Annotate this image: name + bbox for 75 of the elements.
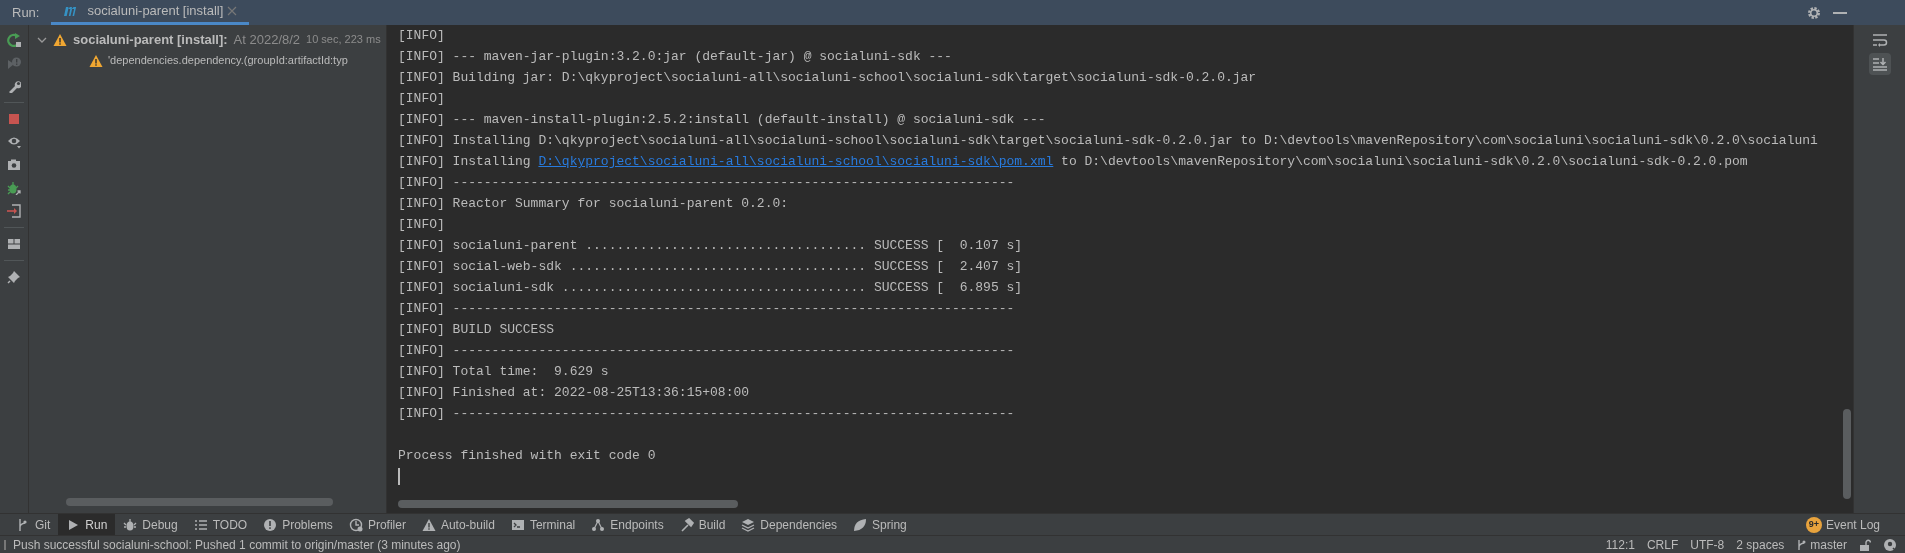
alert-circle-icon	[263, 517, 278, 532]
console-line: [INFO] ------------------------------------------------------------------------	[398, 301, 1015, 316]
terminal-icon	[510, 517, 525, 532]
event-log-button[interactable]: 9+ Event Log	[1805, 514, 1905, 535]
console-line: [INFO] ------------------------------------------------------------------------	[398, 343, 1015, 358]
console-line: [INFO] BUILD SUCCESS	[398, 322, 555, 337]
scrollbar[interactable]	[398, 500, 738, 508]
console-line: [INFO] Installing	[398, 153, 531, 171]
nodes-icon	[591, 517, 606, 532]
layers-icon	[741, 517, 756, 532]
console-line: Process finished with exit code 0	[398, 448, 656, 463]
exit-icon[interactable]	[7, 204, 21, 218]
tool-window-tab[interactable]: Debug	[115, 514, 186, 535]
console-line: [INFO] Installing D:\qkyproject\socialuni-all\socialuni-school\socialuni-sdk\target\socialuni-sdk-0.2.0.jar to D:\devtools\mavenRepository\com\socialuni\socialuni-sdk\0.2.0\socialuni	[398, 133, 1818, 148]
git-branch-widget[interactable]: master	[1796, 535, 1847, 553]
run-label: Run:	[11, 3, 41, 22]
warning-icon	[421, 517, 436, 532]
status-message: Push successful socialuni-school: Pushed 1 commit to origin/master (3 minutes ago)	[13, 536, 461, 553]
console-line: [INFO] socialuni-sdk ....................................... SUCCESS [ 6.895 s]	[398, 280, 1023, 295]
notification-badge: 9+	[1805, 516, 1822, 533]
tool-window-tab[interactable]: Git	[8, 514, 59, 535]
pin-icon[interactable]	[7, 270, 21, 284]
tool-window-tab[interactable]: Run	[58, 514, 116, 535]
layout-icon[interactable]	[7, 237, 21, 251]
console-line: to D:\devtools\mavenRepository\com\socialuni\socialuni-sdk\0.2.0\socialuni-sdk-0.2.0.pom	[1061, 153, 1748, 171]
tool-window-tab[interactable]: Build	[671, 514, 734, 535]
warning-icon	[53, 32, 67, 47]
bug-icon[interactable]	[7, 181, 21, 195]
status-item[interactable]: UTF-8	[1690, 535, 1725, 553]
console-line: [INFO] Total time: 9.629 s	[398, 364, 609, 379]
wrench-icon[interactable]	[7, 79, 21, 93]
tree-row[interactable]: socialuni-parent [install]: At 2022/8/2 10 sec, 223 ms	[29, 29, 386, 50]
console-line: [INFO] Finished at: 2022-08-25T13:36:15+08:00	[398, 385, 750, 400]
console-line: [INFO] socialuni-parent .................................... SUCCESS [ 0.107 s]	[398, 238, 1023, 253]
hammer-icon	[679, 517, 694, 532]
status-item[interactable]: 112:1	[1605, 535, 1635, 553]
console-line: [INFO]	[398, 91, 445, 106]
lock-icon[interactable]	[1859, 538, 1871, 551]
bug-icon	[123, 517, 138, 532]
rerun-icon[interactable]	[7, 33, 21, 47]
camera-icon[interactable]	[7, 158, 21, 172]
tree-row[interactable]: 'dependencies.dependency.(groupId:artifactId:typ	[29, 50, 386, 71]
console-line: [INFO]	[398, 28, 445, 43]
status-item[interactable]: 2 spaces	[1736, 535, 1785, 553]
stop-icon[interactable]	[7, 112, 21, 126]
tool-window-tab[interactable]: Profiler	[340, 514, 414, 535]
console-line: [INFO] ------------------------------------------------------------------------	[398, 406, 1015, 421]
soft-wrap-icon[interactable]	[1871, 33, 1888, 47]
scrollbar[interactable]	[1843, 409, 1851, 499]
warning-icon	[89, 53, 103, 68]
tool-window-tab[interactable]: Endpoints	[583, 514, 672, 535]
eye-icon[interactable]	[7, 135, 21, 149]
tool-window-tab[interactable]: TODO	[185, 514, 256, 535]
tool-window-tab[interactable]: Spring	[845, 514, 915, 535]
console-line: [INFO] --- maven-install-plugin:2.5.2:install (default-install) @ socialuni-sdk ---	[398, 112, 1046, 127]
tool-window-tab[interactable]: Dependencies	[733, 514, 846, 535]
scroll-to-end-icon	[1871, 57, 1888, 71]
settings-icon[interactable]	[1807, 5, 1821, 20]
tool-window-tab[interactable]: Terminal	[502, 514, 584, 535]
tool-window-tab[interactable]: Auto-build	[413, 514, 503, 535]
leaf-icon	[853, 517, 868, 532]
console-line: [INFO] social-web-sdk ...................................... SUCCESS [ 2.407 s]	[398, 259, 1023, 274]
file-link[interactable]: D:\qkyproject\socialuni-all\socialuni-school\socialuni-sdk\pom.xml	[538, 151, 1054, 172]
console-line: [INFO] Reactor Summary for socialuni-parent 0.2.0:	[398, 196, 789, 211]
console-line: [INFO]	[398, 217, 445, 232]
status-item[interactable]: CRLF	[1646, 535, 1679, 553]
console-line: [INFO] ------------------------------------------------------------------------	[398, 175, 1015, 190]
clock-icon	[348, 517, 363, 532]
console-line: [INFO] --- maven-jar-plugin:3.2.0:jar (default-jar) @ socialuni-sdk ---	[398, 49, 952, 64]
scroll-to-end-button[interactable]	[1868, 53, 1891, 75]
list-icon	[193, 517, 208, 532]
branch-icon	[1796, 538, 1807, 551]
console-line: [INFO] Building jar: D:\qkyproject\socialuni-all\socialuni-school\socialuni-sdk\target\socialuni-sdk-0.2.0.jar	[398, 70, 1257, 85]
tool-window-tab[interactable]: Problems	[255, 514, 341, 535]
scrollbar[interactable]	[66, 498, 333, 506]
